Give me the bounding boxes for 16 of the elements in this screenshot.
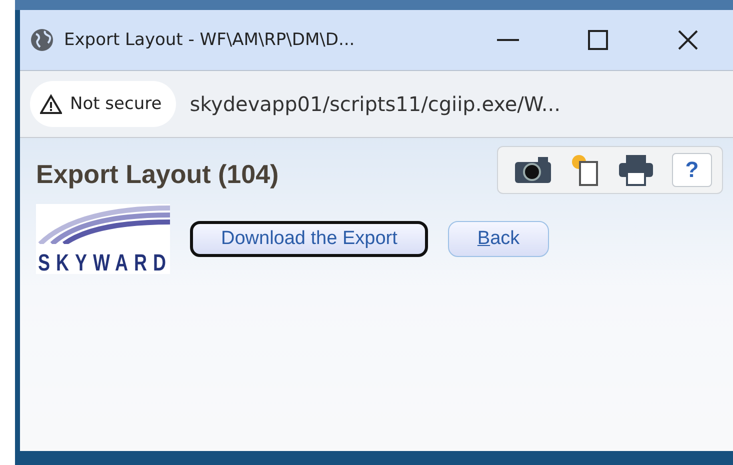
download-button[interactable]: Download the Export bbox=[190, 221, 428, 257]
back-button[interactable]: Back bbox=[448, 221, 549, 257]
window-title: Export Layout - WF\AM\RP\DM\D... bbox=[64, 30, 355, 50]
help-button[interactable]: ? bbox=[672, 153, 712, 187]
camera-icon[interactable] bbox=[514, 155, 552, 185]
close-icon bbox=[677, 29, 699, 51]
globe-icon bbox=[30, 28, 54, 52]
security-indicator[interactable]: Not secure bbox=[30, 81, 176, 127]
skyward-logo: SKYWARD bbox=[36, 204, 170, 274]
new-document-icon[interactable] bbox=[570, 153, 600, 187]
minimize-icon bbox=[497, 39, 519, 41]
print-icon[interactable] bbox=[618, 154, 654, 186]
maximize-icon bbox=[588, 30, 608, 50]
page-heading: Export Layout (104) bbox=[36, 158, 279, 190]
warning-icon bbox=[40, 94, 62, 114]
address-url[interactable]: skydevapp01/scripts11/cgiip.exe/W... bbox=[190, 92, 560, 116]
